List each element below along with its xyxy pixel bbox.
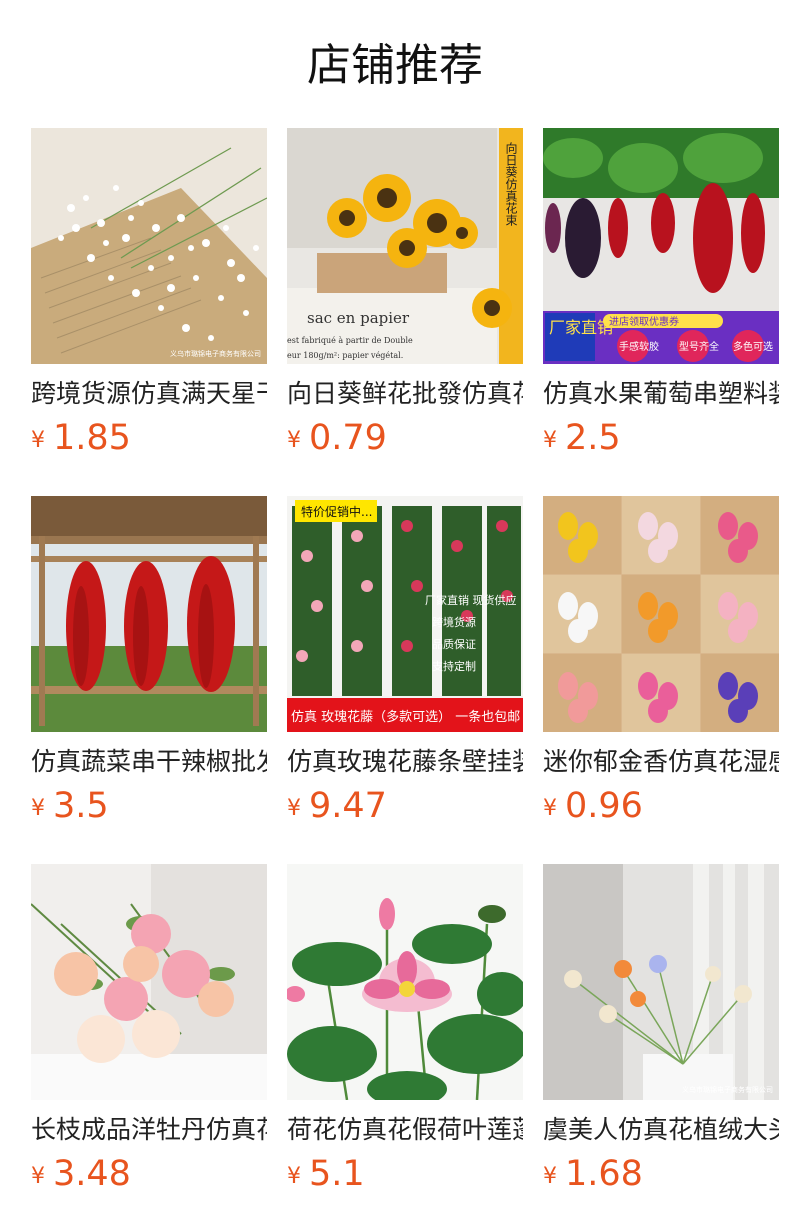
product-image[interactable]: [287, 864, 523, 1100]
product-name[interactable]: 长枝成品洋牡丹仿真花: [31, 1114, 267, 1146]
product-price: ¥1.85: [31, 416, 131, 460]
currency-symbol: ¥: [543, 428, 557, 453]
product-name[interactable]: 仿真水果葡萄串塑料装饰: [543, 378, 779, 410]
product-name[interactable]: 仿真玫瑰花藤条壁挂装饰: [287, 746, 523, 778]
currency-symbol: ¥: [31, 1164, 45, 1189]
product-card[interactable]: 厂家直销 进店领取优惠券 手感软胶 型号齐全 多色可选 仿真水果葡萄串塑料装饰 …: [543, 128, 779, 468]
product-name[interactable]: 仿真蔬菜串干辣椒批发装饰: [31, 746, 267, 778]
product-name[interactable]: 跨境货源仿真满天星干花批发: [31, 378, 267, 410]
product-card[interactable]: 特价促销中... 厂家直销 现货供应 跨境货源 品质保证 支持定制 仿真 玫瑰花…: [287, 496, 523, 836]
product-image[interactable]: 特价促销中... 厂家直销 现货供应 跨境货源 品质保证 支持定制 仿真 玫瑰花…: [287, 496, 523, 732]
product-image[interactable]: 义乌市璐锦电子商务有限公司: [31, 128, 267, 364]
currency-symbol: ¥: [287, 428, 301, 453]
product-name[interactable]: 向日葵鲜花批發仿真花束: [287, 378, 523, 410]
product-price: ¥0.79: [287, 416, 387, 460]
price-value: 2.5: [565, 418, 621, 458]
product-card[interactable]: 迷你郁金香仿真花湿感 ¥0.96: [543, 496, 779, 836]
coupon-text: 进店领取优惠券: [609, 315, 679, 328]
product-card[interactable]: 义乌市璐锦电子商务有限公司 虞美人仿真花植绒大头 ¥1.68: [543, 864, 779, 1204]
page-title: 店铺推荐: [307, 40, 483, 91]
price-value: 3.48: [53, 1154, 131, 1194]
overlay-line-1: 厂家直销 现货供应: [425, 593, 517, 607]
price-value: 3.5: [53, 786, 109, 826]
price-value: 0.96: [565, 786, 643, 826]
paper-text-3: eur 180g/m²: papier végétal.: [287, 351, 403, 360]
currency-symbol: ¥: [31, 428, 45, 453]
product-price: ¥9.47: [287, 784, 387, 828]
currency-symbol: ¥: [543, 1164, 557, 1189]
currency-symbol: ¥: [31, 796, 45, 821]
product-card[interactable]: 荷花仿真花假荷叶莲蓬 ¥5.1: [287, 864, 523, 1204]
product-name[interactable]: 迷你郁金香仿真花湿感: [543, 746, 779, 778]
currency-symbol: ¥: [543, 796, 557, 821]
overlay-line-2: 跨境货源: [432, 615, 476, 629]
tag-soft: 手感软胶: [619, 340, 659, 353]
product-price: ¥5.1: [287, 1152, 365, 1196]
price-value: 1.68: [565, 1154, 643, 1194]
product-name[interactable]: 虞美人仿真花植绒大头: [543, 1114, 779, 1146]
paper-text-1: sac en papier: [307, 309, 410, 327]
price-value: 9.47: [309, 786, 387, 826]
overlay-line-4: 支持定制: [432, 659, 476, 673]
vertical-caption: 向日葵仿真花束: [504, 141, 518, 227]
product-price: ¥2.5: [543, 416, 621, 460]
currency-symbol: ¥: [287, 796, 301, 821]
product-image[interactable]: sac en papier est fabriqué à partir de D…: [287, 128, 523, 364]
product-image[interactable]: [31, 496, 267, 732]
product-image[interactable]: [31, 864, 267, 1100]
price-value: 0.79: [309, 418, 387, 458]
tag-models: 型号齐全: [679, 340, 719, 353]
product-image[interactable]: [543, 496, 779, 732]
price-value: 5.1: [309, 1154, 365, 1194]
tag-colors: 多色可选: [733, 340, 773, 353]
product-image[interactable]: 义乌市璐锦电子商务有限公司: [543, 864, 779, 1100]
product-card[interactable]: 仿真蔬菜串干辣椒批发装饰 ¥3.5: [31, 496, 267, 836]
bottom-banner: 仿真 玫瑰花藤（多款可选） 一条也包邮: [291, 709, 520, 725]
currency-symbol: ¥: [287, 1164, 301, 1189]
promo-label: 特价促销中...: [301, 504, 372, 519]
price-value: 1.85: [53, 418, 131, 458]
product-card[interactable]: 义乌市璐锦电子商务有限公司 跨境货源仿真满天星干花批发 ¥1.85: [31, 128, 267, 468]
product-card[interactable]: 长枝成品洋牡丹仿真花 ¥3.48: [31, 864, 267, 1204]
watermark-text: 义乌市璐锦电子商务有限公司: [170, 349, 261, 358]
watermark-text: 义乌市璐锦电子商务有限公司: [682, 1085, 773, 1094]
product-price: ¥3.48: [31, 1152, 131, 1196]
product-price: ¥0.96: [543, 784, 643, 828]
product-price: ¥1.68: [543, 1152, 643, 1196]
overlay-line-3: 品质保证: [432, 637, 476, 651]
product-price: ¥3.5: [31, 784, 109, 828]
product-image[interactable]: 厂家直销 进店领取优惠券 手感软胶 型号齐全 多色可选: [543, 128, 779, 364]
paper-text-2: est fabriqué à partir de Double: [287, 336, 413, 345]
product-name[interactable]: 荷花仿真花假荷叶莲蓬: [287, 1114, 523, 1146]
product-card[interactable]: sac en papier est fabriqué à partir de D…: [287, 128, 523, 468]
